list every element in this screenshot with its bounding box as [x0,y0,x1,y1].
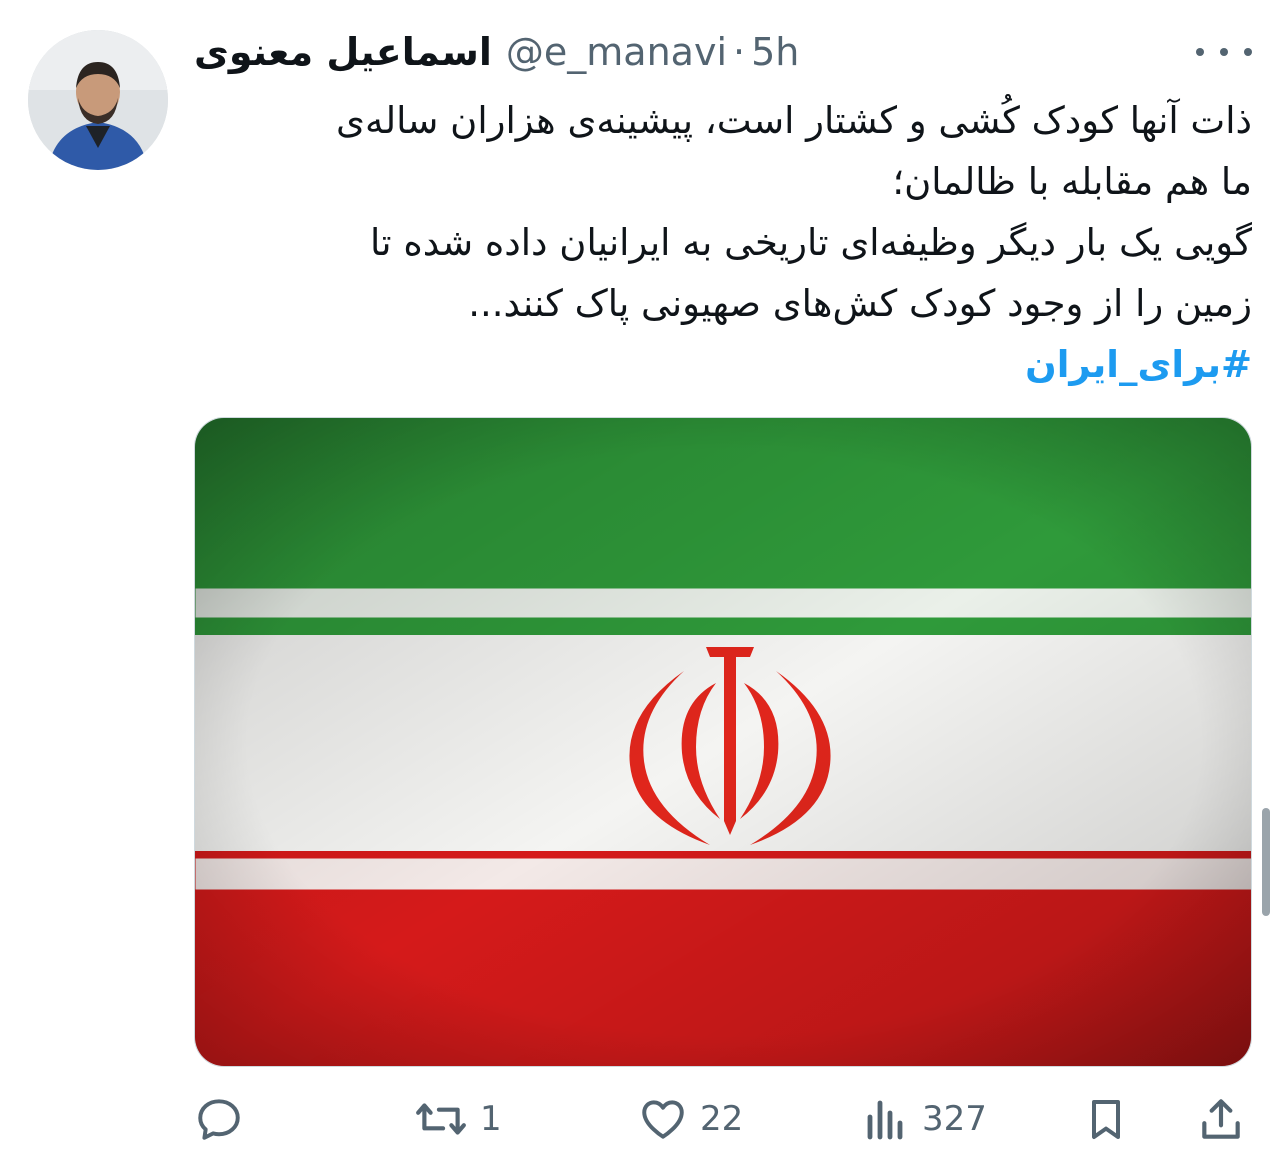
tweet-media-image[interactable] [194,417,1252,1067]
more-options-button[interactable] [1196,34,1252,70]
like-count: 22 [700,1099,744,1139]
share-button[interactable] [1196,1088,1246,1150]
scrollbar-thumb[interactable] [1262,808,1270,916]
iran-flag-image [195,418,1251,1066]
author-handle[interactable]: @e_manavi [506,30,727,74]
tweet-text-line: زمین را از وجود کودک کش‌های صهیونی پاک ک… [468,282,1252,325]
views-chart-icon [867,1100,903,1140]
reply-button[interactable] [194,1088,256,1150]
reply-icon [198,1099,240,1140]
bookmark-icon [1092,1100,1120,1139]
retweet-count: 1 [480,1099,502,1139]
tweet-header: اسماعیل معنوی @e_manavi · 5h [194,26,799,78]
author-avatar[interactable] [28,30,168,170]
hashtag-link[interactable]: #برای_ایران [1025,343,1252,386]
heart-icon [642,1100,684,1139]
tweet-text-line: ذات آنها کودک کُشی و کشتار است، پیشینه‌ی… [336,99,1252,142]
retweet-button[interactable]: 1 [414,1088,502,1150]
tweet-timestamp[interactable]: 5h [751,30,799,74]
more-dot-icon [1196,48,1204,56]
views-count: 327 [922,1099,987,1139]
share-icon [1202,1099,1240,1139]
tweet-text: ذات آنها کودک کُشی و کشتار است، پیشینه‌ی… [194,90,1252,395]
tweet-text-line: گویی یک بار دیگر وظیفه‌ای تاریخی به ایرا… [369,221,1252,264]
avatar-photo [28,30,168,170]
header-separator: · [733,30,746,74]
bookmark-button[interactable] [1082,1088,1130,1150]
author-name[interactable]: اسماعیل معنوی [194,30,492,74]
retweet-icon [416,1103,466,1135]
like-button[interactable]: 22 [638,1088,743,1150]
tweet-text-line: ما هم مقابله با ظالمان؛ [892,160,1252,203]
more-dot-icon [1220,48,1228,56]
views-button[interactable]: 327 [862,1088,987,1150]
more-dot-icon [1244,48,1252,56]
tweet-action-bar: 1 22 327 [194,1088,1252,1150]
